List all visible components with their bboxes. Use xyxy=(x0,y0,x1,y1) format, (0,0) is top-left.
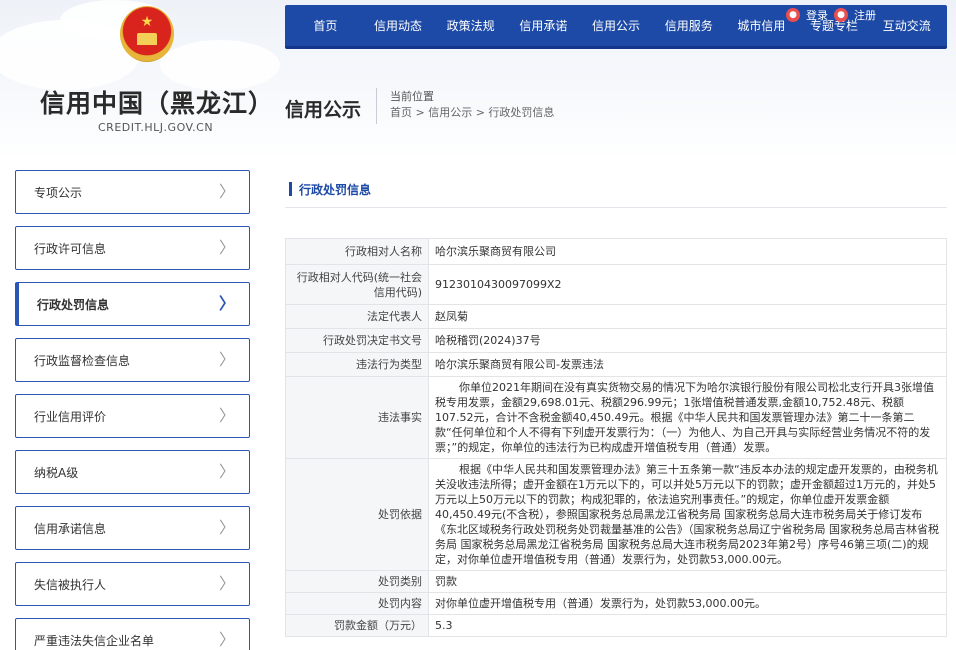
chevron-right-icon: 〉 xyxy=(218,238,235,257)
field-value: 罚款 xyxy=(428,570,947,593)
nav-item-news[interactable]: 信用动态 xyxy=(362,6,435,46)
field-label: 法定代表人 xyxy=(285,304,429,329)
nav-item-publicity[interactable]: 信用公示 xyxy=(580,6,653,46)
chevron-right-icon: 〉 xyxy=(218,350,235,369)
cloud-decoration xyxy=(160,40,280,90)
panel-title: 行政处罚信息 xyxy=(299,183,372,197)
sidebar-item-label: 严重违法失信企业名单 xyxy=(34,633,155,648)
penalty-detail-table: 行政相对人名称 哈尔滨乐聚商贸有限公司 行政相对人代码(统一社会信用代码) 91… xyxy=(285,238,947,637)
field-label: 行政相对人代码(统一社会信用代码) xyxy=(285,264,429,305)
sidebar-item-license[interactable]: 行政许可信息 〉 xyxy=(15,226,250,270)
sidebar-item-label: 行业信用评价 xyxy=(34,409,107,424)
login-link[interactable]: 登录 xyxy=(806,7,828,23)
sidebar-item-label: 失信被执行人 xyxy=(34,577,107,592)
sidebar-item-tax-a[interactable]: 纳税A级 〉 xyxy=(15,450,250,494)
nav-item-commitment[interactable]: 信用承诺 xyxy=(507,6,580,46)
table-row: 违法事实 你单位2021年期间在没有真实货物交易的情况下为哈尔滨银行股份有限公司… xyxy=(285,376,947,459)
sidebar-item-label: 专项公示 xyxy=(34,185,83,200)
field-value: 根据《中华人民共和国发票管理办法》第三十五条第一款“违反本办法的规定虚开发票的，… xyxy=(428,458,947,571)
field-value: 赵凤菊 xyxy=(428,304,947,329)
table-row: 处罚内容 对你单位虚开增值税专用（普通）发票行为，处罚款53,000.00元。 xyxy=(285,592,947,615)
table-row: 处罚类别 罚款 xyxy=(285,570,947,593)
national-emblem-icon: ★ xyxy=(120,6,174,62)
field-label: 处罚依据 xyxy=(285,458,429,571)
panel-header: 行政处罚信息 xyxy=(285,172,947,208)
chevron-right-icon: 〉 xyxy=(218,518,235,537)
sidebar-item-label: 行政处罚信息 xyxy=(37,297,110,312)
sidebar-item-label: 行政许可信息 xyxy=(34,241,107,256)
table-row: 法定代表人 赵凤菊 xyxy=(285,304,947,329)
nav-item-policy[interactable]: 政策法规 xyxy=(434,6,507,46)
chevron-right-icon: 〉 xyxy=(218,462,235,481)
chevron-right-icon: 〉 xyxy=(218,294,235,313)
sidebar-item-inspection[interactable]: 行政监督检查信息 〉 xyxy=(15,338,250,382)
sidebar-item-label: 纳税A级 xyxy=(34,465,79,480)
nav-item-interaction[interactable]: 互动交流 xyxy=(870,6,943,46)
breadcrumb[interactable]: 首页 > 信用公示 > 行政处罚信息 xyxy=(390,104,554,120)
chevron-right-icon: 〉 xyxy=(218,630,235,649)
account-bar: ● 登录 ● 注册 xyxy=(786,7,876,23)
field-value: 你单位2021年期间在没有真实货物交易的情况下为哈尔滨银行股份有限公司松北支行开… xyxy=(428,376,947,459)
section-title: 信用公示 xyxy=(285,99,362,121)
sidebar-item-special[interactable]: 专项公示 〉 xyxy=(15,170,250,214)
field-value: 哈税稽罚(2024)37号 xyxy=(428,328,947,353)
table-row: 违法行为类型 哈尔滨乐聚商贸有限公司-发票违法 xyxy=(285,352,947,377)
sidebar: 专项公示 〉 行政许可信息 〉 行政处罚信息 〉 行政监督检查信息 〉 行业信用… xyxy=(15,170,250,650)
table-row: 行政处罚决定书文号 哈税稽罚(2024)37号 xyxy=(285,328,947,353)
site-title[interactable]: 信用中国（黑龙江） xyxy=(40,84,274,120)
breadcrumb-label: 当前位置 xyxy=(390,90,434,103)
table-row: 行政相对人名称 哈尔滨乐聚商贸有限公司 xyxy=(285,238,947,265)
chevron-right-icon: 〉 xyxy=(218,406,235,425)
table-row: 罚款金额（万元） 5.3 xyxy=(285,614,947,637)
sidebar-item-dishonest[interactable]: 失信被执行人 〉 xyxy=(15,562,250,606)
nav-item-services[interactable]: 信用服务 xyxy=(652,6,725,46)
chevron-right-icon: 〉 xyxy=(218,574,235,593)
field-label: 行政处罚决定书文号 xyxy=(285,328,429,353)
field-label: 罚款金额（万元） xyxy=(285,614,429,637)
sidebar-item-commitment[interactable]: 信用承诺信息 〉 xyxy=(15,506,250,550)
field-label: 处罚内容 xyxy=(285,592,429,615)
field-label: 违法行为类型 xyxy=(285,352,429,377)
sidebar-item-penalty[interactable]: 行政处罚信息 〉 xyxy=(15,282,250,326)
table-row: 行政相对人代码(统一社会信用代码) 9123010430097099X2 xyxy=(285,264,947,305)
register-icon: ● xyxy=(834,8,848,22)
user-icon: ● xyxy=(786,8,800,22)
register-link[interactable]: 注册 xyxy=(854,7,876,23)
field-value: 5.3 xyxy=(428,614,947,637)
site-url: CREDIT.HLJ.GOV.CN xyxy=(98,121,214,134)
main-content: 行政处罚信息 行政相对人名称 哈尔滨乐聚商贸有限公司 行政相对人代码(统一社会信… xyxy=(285,172,947,637)
sidebar-item-industry-rating[interactable]: 行业信用评价 〉 xyxy=(15,394,250,438)
field-value: 9123010430097099X2 xyxy=(428,264,947,305)
field-label: 处罚类别 xyxy=(285,570,429,593)
field-label: 违法事实 xyxy=(285,376,429,459)
divider xyxy=(376,88,377,124)
sidebar-item-label: 行政监督检查信息 xyxy=(34,353,131,368)
chevron-right-icon: 〉 xyxy=(218,182,235,201)
field-value: 哈尔滨乐聚商贸有限公司-发票违法 xyxy=(428,352,947,377)
nav-item-home[interactable]: 首页 xyxy=(289,6,362,46)
sidebar-item-label: 信用承诺信息 xyxy=(34,521,107,536)
table-row: 处罚依据 根据《中华人民共和国发票管理办法》第三十五条第一款“违反本办法的规定虚… xyxy=(285,458,947,571)
field-value: 哈尔滨乐聚商贸有限公司 xyxy=(428,238,947,265)
field-label: 行政相对人名称 xyxy=(285,238,429,265)
field-value: 对你单位虚开增值税专用（普通）发票行为，处罚款53,000.00元。 xyxy=(428,592,947,615)
sidebar-item-blacklist[interactable]: 严重违法失信企业名单 〉 xyxy=(15,618,250,650)
